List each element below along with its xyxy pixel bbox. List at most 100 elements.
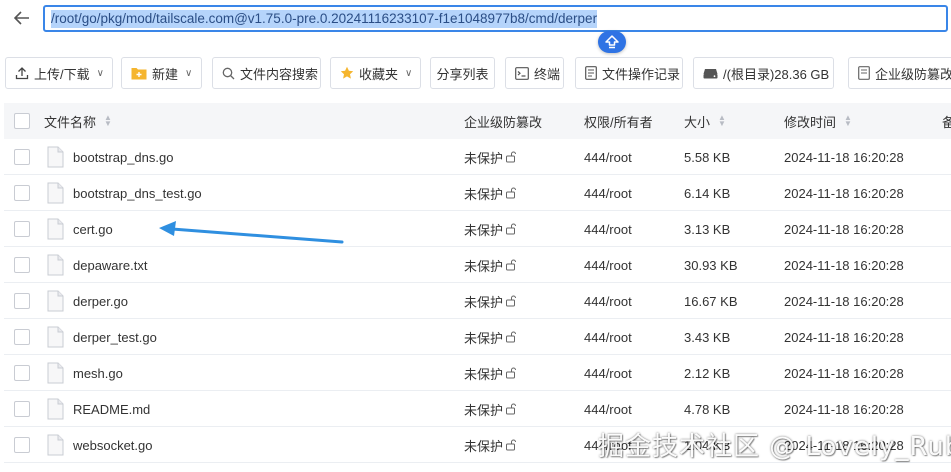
file-size: 6.14 KB	[684, 185, 731, 201]
row-checkbox[interactable]	[14, 257, 30, 273]
table-row[interactable]: depaware.txt 未保护 444/root 30.93 KB 2024-…	[4, 247, 951, 283]
file-content-search-button[interactable]: 文件内容搜索	[212, 57, 321, 89]
column-header-modified[interactable]: 修改时间 ▲ ▼	[784, 103, 852, 139]
sort-icon[interactable]: ▲ ▼	[718, 114, 726, 128]
unlock-icon	[506, 331, 517, 343]
unlock-icon	[506, 223, 517, 235]
file-operation-log-label: 文件操作记录	[602, 66, 681, 82]
file-name[interactable]: mesh.go	[73, 355, 123, 391]
tamper-status[interactable]: 未保护	[464, 319, 517, 355]
tamper-status-text: 未保护	[464, 222, 504, 238]
unlock-icon	[506, 151, 517, 163]
table-row[interactable]: derper.go 未保护 444/root 16.67 KB 2024-11-…	[4, 283, 951, 319]
tamper-status-text: 未保护	[464, 150, 504, 166]
chevron-down-icon: ∨	[96, 67, 104, 79]
upload-icon	[15, 66, 29, 80]
tamper-status-text: 未保护	[464, 402, 504, 418]
share-list-button[interactable]: 分享列表	[430, 57, 495, 89]
row-checkbox[interactable]	[14, 221, 30, 237]
permission-owner[interactable]: 444/root	[584, 247, 632, 283]
back-button[interactable]	[8, 6, 36, 30]
tamper-status[interactable]: 未保护	[464, 283, 517, 319]
file-operation-log-button[interactable]: 文件操作记录	[575, 57, 683, 89]
row-checkbox[interactable]	[14, 365, 30, 381]
unlock-icon	[506, 367, 517, 379]
sort-icon[interactable]: ▲ ▼	[844, 114, 852, 128]
permission-owner[interactable]: 444/root	[584, 283, 632, 319]
modified-time: 2024-11-18 16:20:28	[784, 221, 904, 237]
folder-plus-icon	[131, 66, 147, 80]
file-icon	[47, 398, 64, 420]
column-header-permission: 权限/所有者	[584, 103, 653, 139]
up-directory-button[interactable]	[598, 31, 626, 53]
column-header-name[interactable]: 文件名称 ▲ ▼	[44, 103, 112, 139]
tamper-status[interactable]: 未保护	[464, 355, 517, 391]
file-name[interactable]: README.md	[73, 391, 150, 427]
table-row[interactable]: bootstrap_dns_test.go 未保护 444/root 6.14 …	[4, 175, 951, 211]
file-size: 2.12 KB	[684, 365, 731, 381]
file-icon	[47, 218, 64, 240]
file-table-header: 文件名称 ▲ ▼ 企业级防篡改 权限/所有者 大小 ▲ ▼ 修改时间 ▲ ▼ 备	[4, 103, 951, 139]
row-checkbox[interactable]	[14, 401, 30, 417]
file-name[interactable]: cert.go	[73, 211, 113, 247]
row-checkbox[interactable]	[14, 437, 30, 453]
chevron-down-icon: ∨	[405, 67, 413, 79]
row-checkbox[interactable]	[14, 185, 30, 201]
permission-owner[interactable]: 444/root	[584, 355, 632, 391]
share-list-label: 分享列表	[436, 66, 489, 82]
file-name[interactable]: derper_test.go	[73, 319, 157, 355]
unlock-icon	[506, 295, 517, 307]
tamper-status[interactable]: 未保护	[464, 139, 517, 175]
file-icon	[47, 434, 64, 456]
upload-download-button[interactable]: 上传/下载 ∨	[5, 57, 113, 89]
tamper-protection-button[interactable]: 企业级防篡改	[848, 57, 951, 89]
new-button[interactable]: 新建 ∨	[121, 57, 202, 89]
file-name[interactable]: depaware.txt	[73, 247, 147, 283]
tamper-status[interactable]: 未保护	[464, 427, 517, 463]
disk-button[interactable]: /(根目录)28.36 GB	[693, 57, 834, 89]
file-name[interactable]: bootstrap_dns.go	[73, 139, 173, 175]
permission-owner[interactable]: 444/root	[584, 139, 632, 175]
terminal-button[interactable]: 终端	[505, 57, 564, 89]
table-row[interactable]: bootstrap_dns.go 未保护 444/root 5.58 KB 20…	[4, 139, 951, 175]
sort-icon[interactable]: ▲ ▼	[104, 114, 112, 128]
tamper-status[interactable]: 未保护	[464, 247, 517, 283]
tamper-status[interactable]: 未保护	[464, 391, 517, 427]
column-header-tamper: 企业级防篡改	[464, 103, 542, 139]
table-row[interactable]: README.md 未保护 444/root 4.78 KB 2024-11-1…	[4, 391, 951, 427]
upload-download-label: 上传/下载	[34, 66, 90, 82]
file-name[interactable]: derper.go	[73, 283, 128, 319]
permission-owner[interactable]: 444/root	[584, 391, 632, 427]
hard-drive-icon	[703, 68, 718, 79]
column-tamper-label: 企业级防篡改	[464, 114, 543, 130]
column-modified-label: 修改时间	[784, 114, 837, 130]
permission-owner[interactable]: 444/root	[584, 319, 632, 355]
tamper-status-text: 未保护	[464, 366, 504, 382]
unlock-icon	[506, 187, 517, 199]
select-all-checkbox[interactable]	[14, 113, 30, 129]
table-row[interactable]: cert.go 未保护 444/root 3.13 KB 2024-11-18 …	[4, 211, 951, 247]
table-row[interactable]: derper_test.go 未保护 444/root 3.43 KB 2024…	[4, 319, 951, 355]
table-row[interactable]: mesh.go 未保护 444/root 2.12 KB 2024-11-18 …	[4, 355, 951, 391]
up-directory-icon	[605, 35, 619, 49]
path-input[interactable]: /root/go/pkg/mod/tailscale.com@v1.75.0-p…	[43, 5, 948, 32]
permission-owner[interactable]: 444/root	[584, 211, 632, 247]
column-header-size[interactable]: 大小 ▲ ▼	[684, 103, 726, 139]
permission-owner[interactable]: 444/root	[584, 175, 632, 211]
arrow-left-icon	[14, 11, 29, 25]
search-icon	[222, 67, 235, 80]
tamper-status[interactable]: 未保护	[464, 175, 517, 211]
modified-time: 2024-11-18 16:20:28	[784, 293, 904, 309]
document-log-icon	[585, 66, 597, 80]
file-name[interactable]: websocket.go	[73, 427, 153, 463]
tamper-status-text: 未保护	[464, 330, 504, 346]
row-checkbox[interactable]	[14, 329, 30, 345]
tamper-status[interactable]: 未保护	[464, 211, 517, 247]
row-checkbox[interactable]	[14, 149, 30, 165]
unlock-icon	[506, 439, 517, 451]
file-size: 3.43 KB	[684, 329, 731, 345]
tamper-status-text: 未保护	[464, 186, 504, 202]
file-name[interactable]: bootstrap_dns_test.go	[73, 175, 202, 211]
favorites-button[interactable]: 收藏夹 ∨	[330, 57, 421, 89]
row-checkbox[interactable]	[14, 293, 30, 309]
